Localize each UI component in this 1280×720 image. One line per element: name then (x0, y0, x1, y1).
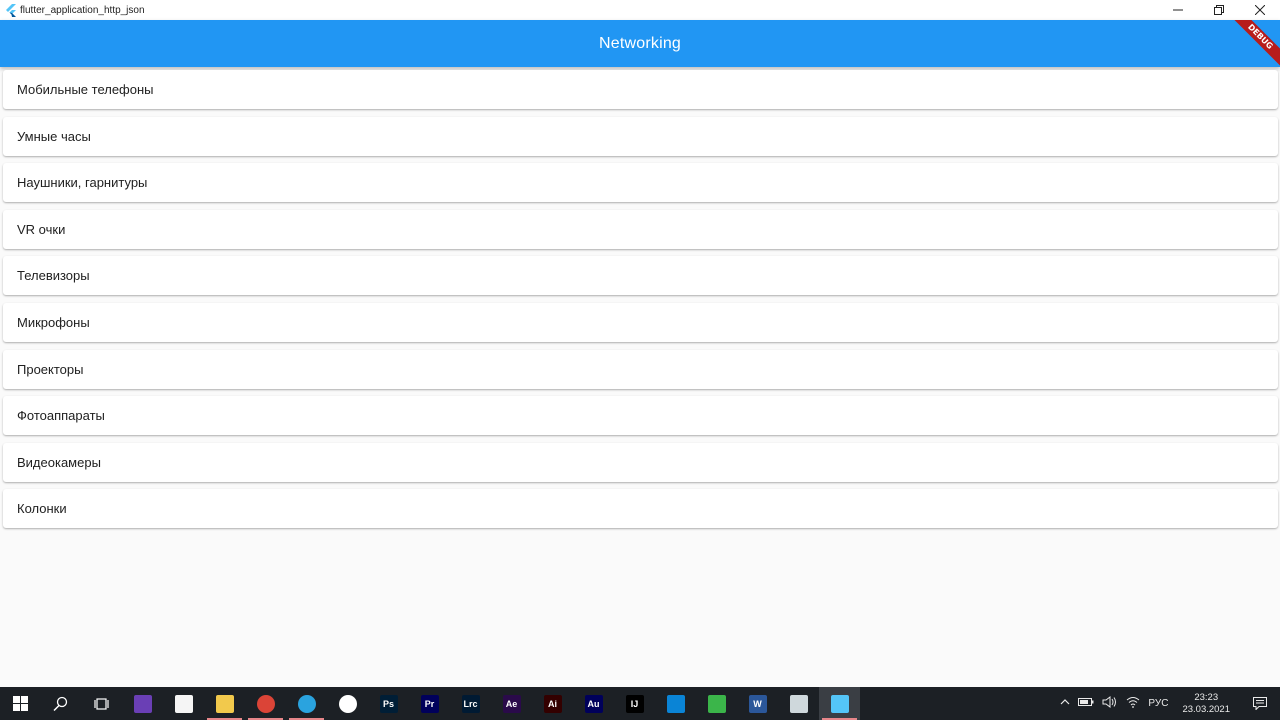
speaker-icon[interactable] (1098, 696, 1122, 711)
task-view-icon (93, 697, 109, 710)
file-explorer-icon (215, 694, 234, 713)
photoshop-taskbar-button[interactable]: Ps (368, 687, 409, 720)
list-item-label: Фотоаппараты (17, 408, 105, 424)
list-item-label: Наушники, гарнитуры (17, 175, 148, 191)
flutter-app-icon (3, 3, 17, 17)
list-item[interactable]: Мобильные телефоны (3, 70, 1278, 109)
app-bar: Networking DEBUG (0, 20, 1280, 67)
premiere-icon: Pr (420, 694, 439, 713)
after-effects-taskbar-button[interactable]: Ae (491, 687, 532, 720)
search-button[interactable] (40, 687, 81, 720)
list-item-label: Проекторы (17, 361, 84, 377)
app-bar-title: Networking (598, 34, 682, 52)
visual-studio-icon (133, 694, 152, 713)
chevron-up-icon[interactable] (1056, 698, 1074, 709)
debug-banner: DEBUG (1221, 20, 1280, 67)
clock[interactable]: 23:23 23.03.2021 (1172, 692, 1240, 716)
app-w-taskbar-button[interactable] (327, 687, 368, 720)
chrome-icon (256, 694, 275, 713)
premiere-taskbar-button[interactable]: Pr (409, 687, 450, 720)
list-item-label: VR очки (17, 221, 66, 237)
list-item[interactable]: VR очки (3, 209, 1278, 249)
list-item-label: Видеокамеры (17, 454, 101, 470)
list-item-label: Колонки (17, 501, 67, 517)
store-icon (174, 694, 193, 713)
category-list: Мобильные телефоны Умные часы Наушники, … (3, 70, 1278, 536)
chrome-taskbar-button[interactable] (245, 687, 286, 720)
notification-icon (1253, 697, 1267, 710)
illustrator-icon: Ai (543, 694, 562, 713)
language-indicator[interactable]: РУС (1144, 698, 1172, 709)
telegram-icon (297, 694, 316, 713)
audition-icon: Au (584, 694, 603, 713)
store-taskbar-button[interactable] (163, 687, 204, 720)
minimize-button[interactable] (1157, 0, 1198, 20)
restore-button[interactable] (1198, 0, 1239, 20)
image-viewer-icon (789, 694, 808, 713)
after-effects-icon: Ae (502, 694, 521, 713)
notifications-button[interactable] (1240, 687, 1280, 720)
lightroom-taskbar-button[interactable]: Lrc (450, 687, 491, 720)
flutter-icon (830, 694, 849, 713)
close-button[interactable] (1239, 0, 1280, 20)
photoshop-icon: Ps (379, 694, 398, 713)
list-item[interactable]: Проекторы (3, 349, 1278, 389)
word-taskbar-button[interactable]: W (737, 687, 778, 720)
lightroom-icon: Lrc (461, 694, 480, 713)
gitlab-taskbar-button[interactable] (696, 687, 737, 720)
list-item-label: Умные часы (17, 128, 91, 144)
list-item-label: Мобильные телефоны (17, 82, 154, 97)
list-item[interactable]: Видеокамеры (3, 442, 1278, 482)
battery-icon[interactable] (1074, 697, 1098, 710)
restore-icon (1213, 5, 1224, 15)
visual-studio-taskbar-button[interactable] (122, 687, 163, 720)
file-explorer-taskbar-button[interactable] (204, 687, 245, 720)
gitlab-icon (707, 694, 726, 713)
windows-icon (12, 696, 28, 711)
taskbar: Ps Pr Lrc Ae Ai Au IJ W РУС 23:23 23.03.2021 (0, 687, 1280, 720)
close-icon (1254, 5, 1265, 15)
window-title-bar: flutter_application_http_json (0, 0, 1280, 20)
vscode-icon (666, 694, 685, 713)
image-viewer-taskbar-button[interactable] (778, 687, 819, 720)
list-item[interactable]: Умные часы (3, 116, 1278, 156)
system-tray: РУС 23:23 23.03.2021 (1056, 687, 1280, 720)
intellij-taskbar-button[interactable]: IJ (614, 687, 655, 720)
list-item[interactable]: Фотоаппараты (3, 396, 1278, 436)
list-item[interactable]: Колонки (3, 489, 1278, 529)
wifi-icon[interactable] (1122, 696, 1144, 711)
audition-taskbar-button[interactable]: Au (573, 687, 614, 720)
list-item[interactable]: Телевизоры (3, 256, 1278, 296)
start-button[interactable] (0, 687, 40, 720)
intellij-icon: IJ (625, 694, 644, 713)
list-item-label: Микрофоны (17, 314, 90, 330)
list-item[interactable]: Микрофоны (3, 302, 1278, 342)
search-icon (53, 696, 68, 711)
illustrator-taskbar-button[interactable]: Ai (532, 687, 573, 720)
flutter-taskbar-button[interactable] (819, 687, 860, 720)
vscode-taskbar-button[interactable] (655, 687, 696, 720)
minimize-icon (1172, 9, 1183, 11)
app-w-icon (338, 694, 357, 713)
window-title: flutter_application_http_json (20, 4, 145, 16)
clock-date: 23.03.2021 (1182, 703, 1230, 715)
list-item-label: Телевизоры (17, 268, 90, 284)
telegram-taskbar-button[interactable] (286, 687, 327, 720)
word-icon: W (748, 694, 767, 713)
clock-time: 23:23 (1194, 691, 1219, 703)
list-item[interactable]: Наушники, гарнитуры (3, 163, 1278, 203)
task-view-button[interactable] (81, 687, 122, 720)
